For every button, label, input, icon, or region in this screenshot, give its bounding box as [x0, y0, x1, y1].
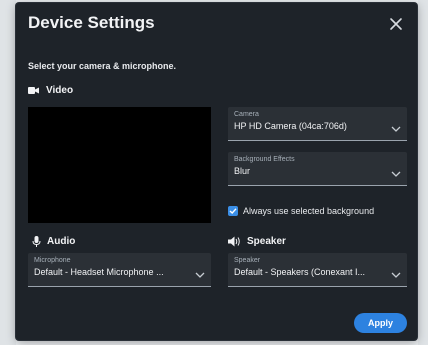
video-label: Video	[46, 85, 74, 96]
chevron-down-icon	[391, 265, 401, 283]
close-icon	[390, 18, 402, 30]
camera-dropdown[interactable]: Camera HP HD Camera (04ca:706d)	[228, 107, 407, 141]
apply-button[interactable]: Apply	[354, 313, 407, 333]
background-effects-value: Blur	[234, 166, 251, 176]
chevron-down-icon	[391, 164, 401, 182]
always-use-background-checkbox[interactable]	[228, 206, 238, 216]
background-left	[0, 0, 16, 345]
close-button[interactable]	[387, 15, 405, 33]
camera-preview	[28, 107, 211, 223]
audio-section-label: Audio	[32, 236, 75, 247]
dialog-title: Device Settings	[28, 13, 155, 32]
always-use-background-label: Always use selected background	[243, 206, 375, 216]
microphone-dropdown[interactable]: Microphone Default - Headset Microphone …	[28, 253, 211, 287]
chevron-down-icon	[391, 119, 401, 137]
background-effects-label: Background Effects	[234, 156, 295, 163]
speaker-icon	[228, 236, 241, 247]
background-effects-dropdown[interactable]: Background Effects Blur	[228, 152, 407, 186]
chevron-down-icon	[195, 265, 205, 283]
microphone-icon	[32, 236, 41, 247]
speaker-dropdown-label: Speaker	[234, 257, 261, 264]
always-use-background-option[interactable]: Always use selected background	[228, 206, 374, 216]
microphone-dropdown-value: Default - Headset Microphone ...	[34, 267, 164, 277]
camera-dropdown-label: Camera	[234, 111, 259, 118]
video-section-label: Video	[28, 85, 73, 96]
audio-label: Audio	[47, 236, 76, 247]
camera-dropdown-value: HP HD Camera (04ca:706d)	[234, 121, 347, 131]
video-camera-icon	[28, 86, 40, 95]
dialog-subtitle: Select your camera & microphone.	[28, 61, 177, 71]
background-right	[418, 0, 428, 345]
speaker-section-label: Speaker	[228, 236, 286, 247]
speaker-dropdown[interactable]: Speaker Default - Speakers (Conexant I..…	[228, 253, 407, 287]
checkmark-icon	[229, 208, 237, 214]
microphone-dropdown-label: Microphone	[34, 257, 71, 264]
device-settings-dialog: Device Settings Select your camera & mic…	[16, 3, 417, 340]
speaker-label: Speaker	[247, 236, 286, 247]
speaker-dropdown-value: Default - Speakers (Conexant I...	[234, 267, 366, 277]
